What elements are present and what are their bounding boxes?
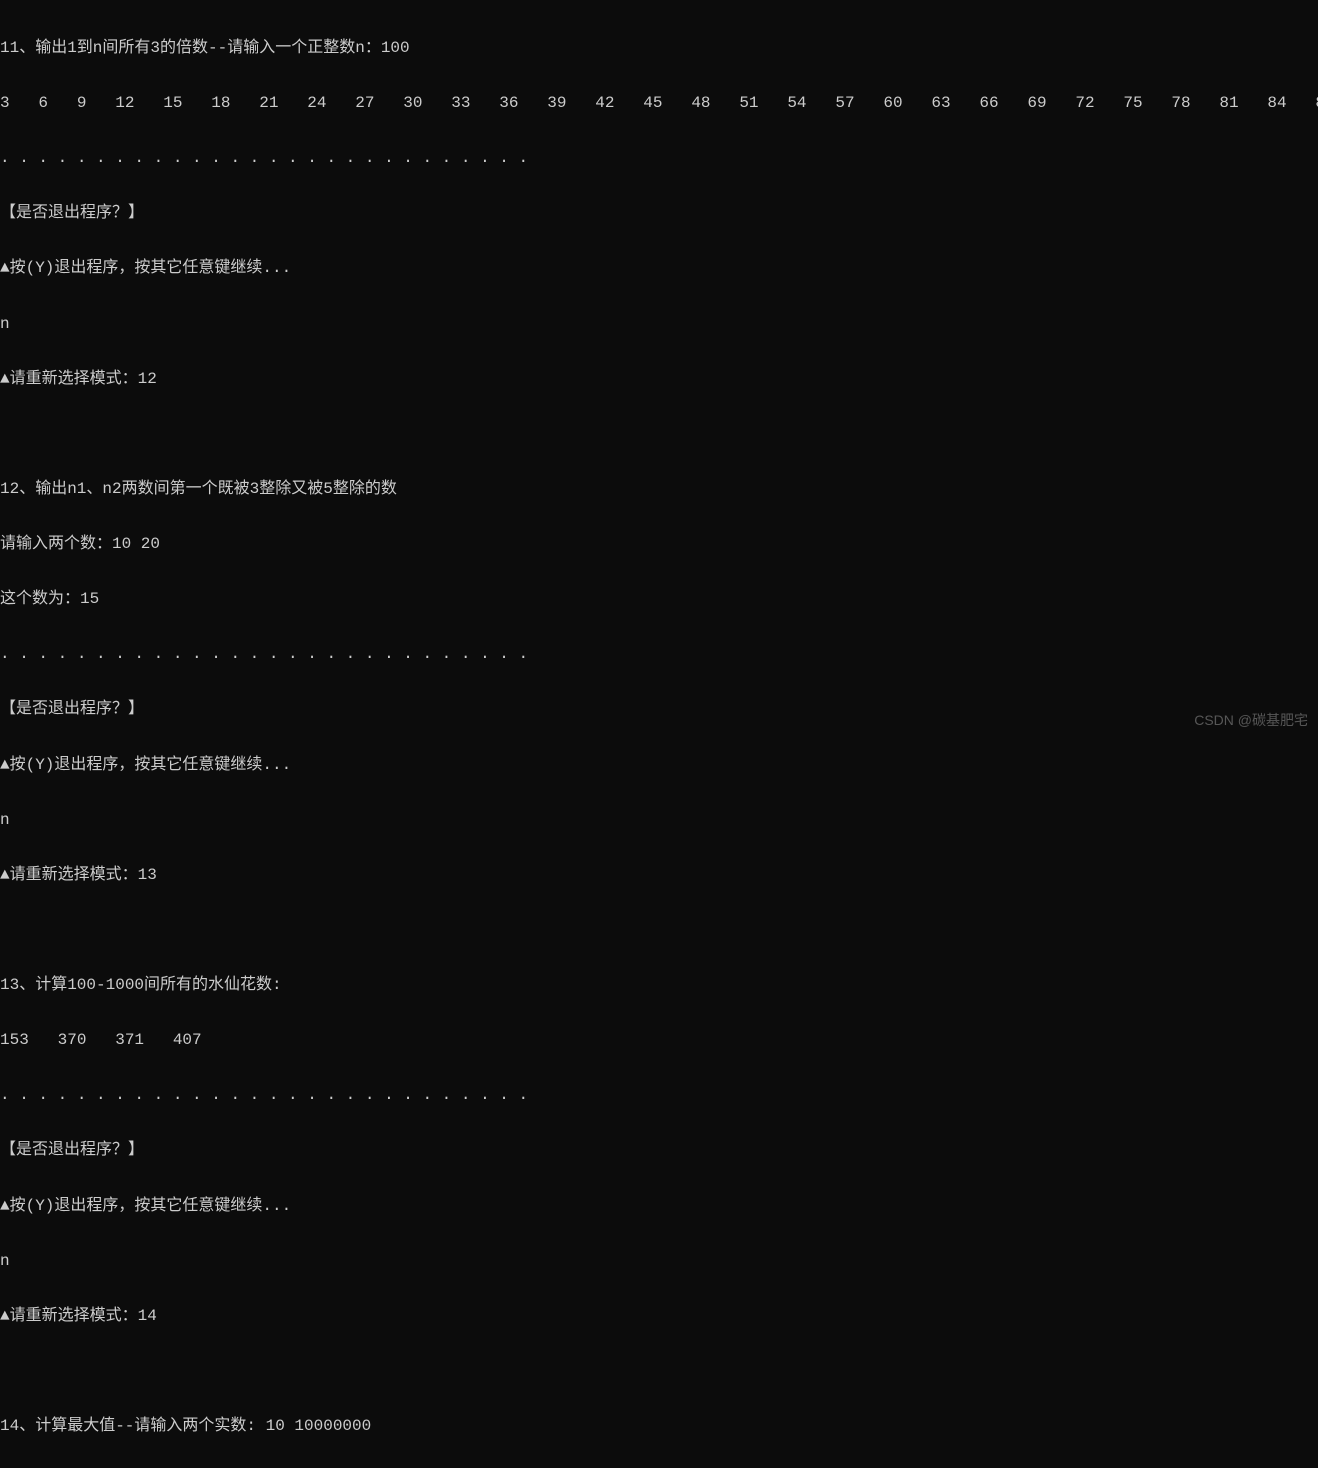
output-line: 13、计算100-1000间所有的水仙花数: xyxy=(0,976,1318,994)
output-line xyxy=(0,425,1318,443)
output-line xyxy=(0,921,1318,939)
output-line: 3 6 9 12 15 18 21 24 27 30 33 36 39 42 4… xyxy=(0,94,1318,112)
output-line: ▲按(Y)退出程序，按其它任意键继续... xyxy=(0,259,1318,277)
output-line: n xyxy=(0,1252,1318,1270)
output-line: ▲按(Y)退出程序，按其它任意键继续... xyxy=(0,1197,1318,1215)
output-line: n xyxy=(0,811,1318,829)
output-line: 【是否退出程序？】 xyxy=(0,1141,1318,1159)
output-line: 【是否退出程序？】 xyxy=(0,700,1318,718)
output-line: n xyxy=(0,315,1318,333)
output-line: . . . . . . . . . . . . . . . . . . . . … xyxy=(0,149,1318,167)
watermark-text: CSDN @碳基肥宅 xyxy=(1194,712,1308,728)
output-line: ▲按(Y)退出程序，按其它任意键继续... xyxy=(0,756,1318,774)
output-line xyxy=(0,1362,1318,1380)
output-line: 153 370 371 407 xyxy=(0,1031,1318,1049)
output-line: ▲请重新选择模式：12 xyxy=(0,370,1318,388)
output-line: ▲请重新选择模式：14 xyxy=(0,1307,1318,1325)
output-line: 这个数为：15 xyxy=(0,590,1318,608)
output-line: 11、输出1到n间所有3的倍数--请输入一个正整数n：100 xyxy=(0,39,1318,57)
output-line: 12、输出n1、n2两数间第一个既被3整除又被5整除的数 xyxy=(0,480,1318,498)
output-line: ▲请重新选择模式：13 xyxy=(0,866,1318,884)
output-line: . . . . . . . . . . . . . . . . . . . . … xyxy=(0,645,1318,663)
terminal-output[interactable]: 11、输出1到n间所有3的倍数--请输入一个正整数n：100 3 6 9 12 … xyxy=(0,2,1318,1468)
output-line: 请输入两个数：10 20 xyxy=(0,535,1318,553)
output-line: . . . . . . . . . . . . . . . . . . . . … xyxy=(0,1086,1318,1104)
output-line: 【是否退出程序？】 xyxy=(0,204,1318,222)
output-line: 14、计算最大值--请输入两个实数: 10 10000000 xyxy=(0,1417,1318,1435)
